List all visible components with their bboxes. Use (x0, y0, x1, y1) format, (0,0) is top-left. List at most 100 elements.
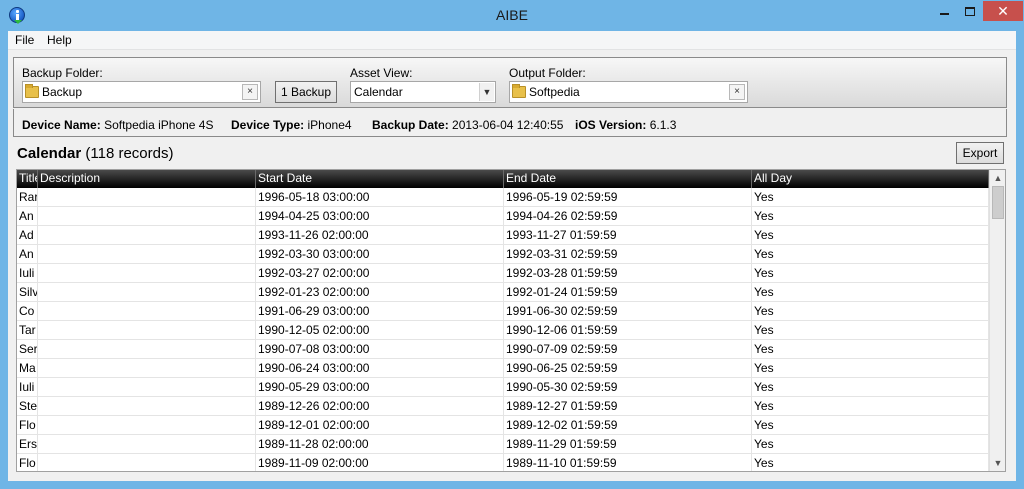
cell-end-date: 1989-11-29 01:59:59 (504, 435, 752, 454)
table-row[interactable]: Iuli 1992-03-27 02:00:00 1992-03-28 01:59:… (17, 264, 989, 283)
cell-all-day: Yes (752, 454, 989, 471)
table-header: Title Description Start Date End Date Al… (17, 170, 989, 188)
table-row[interactable]: Ma 1990-06-24 03:00:00 1990-06-25 02:59:59… (17, 359, 989, 378)
cell-title: An (17, 245, 38, 264)
backup-date-label: Backup Date: (372, 118, 449, 132)
table-row[interactable]: An 1994-04-25 03:00:00 1994-04-26 02:59:59… (17, 207, 989, 226)
device-type-info: Device Type: iPhone4 (231, 118, 352, 132)
backup-button[interactable]: 1 Backup (275, 81, 337, 103)
clear-backup-folder-button[interactable]: × (242, 84, 258, 100)
cell-end-date: 1990-05-30 02:59:59 (504, 378, 752, 397)
maximize-button[interactable] (957, 1, 983, 21)
column-header-title[interactable]: Title (17, 170, 38, 188)
cell-description (38, 188, 256, 207)
table-row[interactable]: Iuli 1990-05-29 03:00:00 1990-05-30 02:59:… (17, 378, 989, 397)
ios-version-info: iOS Version: 6.1.3 (575, 118, 676, 132)
table-row[interactable]: Tar 1990-12-05 02:00:00 1990-12-06 01:59:5… (17, 321, 989, 340)
cell-title: Iuli (17, 378, 38, 397)
cell-description (38, 226, 256, 245)
cell-start-date: 1992-03-27 02:00:00 (256, 264, 504, 283)
scroll-up-icon[interactable]: ▲ (990, 170, 1005, 186)
cell-description (38, 416, 256, 435)
cell-start-date: 1991-06-29 03:00:00 (256, 302, 504, 321)
menu-help[interactable]: Help (47, 33, 72, 47)
maximize-icon (965, 6, 975, 16)
output-folder-label: Output Folder: (509, 66, 586, 80)
asset-view-select[interactable]: Calendar ▼ (350, 81, 496, 103)
cell-start-date: 1990-06-24 03:00:00 (256, 359, 504, 378)
cell-description (38, 321, 256, 340)
table-row[interactable]: Rar 1996-05-18 03:00:00 1996-05-19 02:59:5… (17, 188, 989, 207)
close-button[interactable]: ✕ (983, 1, 1023, 21)
backup-folder-label: Backup Folder: (22, 66, 103, 80)
table-row[interactable]: Ad 1993-11-26 02:00:00 1993-11-27 01:59:59… (17, 226, 989, 245)
cell-end-date: 1990-06-25 02:59:59 (504, 359, 752, 378)
clear-output-folder-button[interactable]: × (729, 84, 745, 100)
table-row[interactable]: An 1992-03-30 03:00:00 1992-03-31 02:59:59… (17, 245, 989, 264)
cell-start-date: 1989-12-01 02:00:00 (256, 416, 504, 435)
cell-title: Flo (17, 454, 38, 471)
cell-start-date: 1990-12-05 02:00:00 (256, 321, 504, 340)
backup-folder-field[interactable]: Backup × (22, 81, 261, 103)
cell-start-date: 1989-11-09 02:00:00 (256, 454, 504, 471)
cell-end-date: 1991-06-30 02:59:59 (504, 302, 752, 321)
cell-end-date: 1992-01-24 01:59:59 (504, 283, 752, 302)
output-folder-field[interactable]: Softpedia × (509, 81, 748, 103)
cell-all-day: Yes (752, 397, 989, 416)
cell-start-date: 1990-07-08 03:00:00 (256, 340, 504, 359)
column-header-end-date[interactable]: End Date (504, 170, 752, 188)
export-button[interactable]: Export (956, 142, 1004, 164)
cell-start-date: 1990-05-29 03:00:00 (256, 378, 504, 397)
cell-description (38, 340, 256, 359)
chevron-down-icon[interactable]: ▼ (479, 83, 494, 101)
cell-description (38, 264, 256, 283)
ios-version-value: 6.1.3 (649, 118, 677, 132)
backup-date-info: Backup Date: 2013-06-04 12:40:55 (372, 118, 563, 132)
scrollbar-thumb[interactable] (992, 186, 1004, 219)
cell-end-date: 1990-12-06 01:59:59 (504, 321, 752, 340)
cell-description (38, 435, 256, 454)
backup-folder-value: Backup (42, 85, 83, 99)
cell-end-date: 1992-03-31 02:59:59 (504, 245, 752, 264)
cell-start-date: 1989-12-26 02:00:00 (256, 397, 504, 416)
records-table[interactable]: Title Description Start Date End Date Al… (16, 169, 1006, 472)
table-row[interactable]: Ser 1990-07-08 03:00:00 1990-07-09 02:59:5… (17, 340, 989, 359)
asset-view-label: Asset View: (350, 66, 413, 80)
table-row[interactable]: Co 1991-06-29 03:00:00 1991-06-30 02:59:59… (17, 302, 989, 321)
table-row[interactable]: Ste 1989-12-26 02:00:00 1989-12-27 01:59:5… (17, 397, 989, 416)
cell-title: Tar (17, 321, 38, 340)
cell-all-day: Yes (752, 378, 989, 397)
column-header-start-date[interactable]: Start Date (256, 170, 504, 188)
cell-all-day: Yes (752, 245, 989, 264)
cell-all-day: Yes (752, 435, 989, 454)
cell-end-date: 1989-12-02 01:59:59 (504, 416, 752, 435)
cell-title: An (17, 207, 38, 226)
cell-all-day: Yes (752, 207, 989, 226)
ios-version-label: iOS Version: (575, 118, 647, 132)
asset-view-value: Calendar (354, 85, 403, 99)
table-row[interactable]: Flo 1989-11-09 02:00:00 1989-11-10 01:59:5… (17, 454, 989, 471)
minimize-button[interactable] (931, 1, 957, 21)
vertical-scrollbar[interactable]: ▲ ▼ (989, 170, 1005, 471)
table-row[interactable]: Flo 1989-12-01 02:00:00 1989-12-02 01:59:5… (17, 416, 989, 435)
cell-start-date: 1994-04-25 03:00:00 (256, 207, 504, 226)
cell-end-date: 1990-07-09 02:59:59 (504, 340, 752, 359)
column-header-all-day[interactable]: All Day (752, 170, 989, 188)
cell-description (38, 283, 256, 302)
table-row[interactable]: Silv 1992-01-23 02:00:00 1992-01-24 01:59:… (17, 283, 989, 302)
cell-description (38, 359, 256, 378)
section-name: Calendar (17, 145, 82, 162)
table-row[interactable]: Ers 1989-11-28 02:00:00 1989-11-29 01:59:5… (17, 435, 989, 454)
cell-all-day: Yes (752, 283, 989, 302)
title-bar[interactable]: AIBE ✕ (0, 0, 1024, 30)
column-header-description[interactable]: Description (38, 170, 256, 188)
cell-title: Ste (17, 397, 38, 416)
menu-file[interactable]: File (15, 33, 34, 47)
cell-all-day: Yes (752, 226, 989, 245)
scroll-down-icon[interactable]: ▼ (990, 455, 1005, 471)
cell-title: Ers (17, 435, 38, 454)
table-body: Rar 1996-05-18 03:00:00 1996-05-19 02:59:5… (17, 188, 989, 471)
output-folder-value: Softpedia (529, 85, 580, 99)
cell-end-date: 1996-05-19 02:59:59 (504, 188, 752, 207)
window-title: AIBE (496, 7, 528, 23)
